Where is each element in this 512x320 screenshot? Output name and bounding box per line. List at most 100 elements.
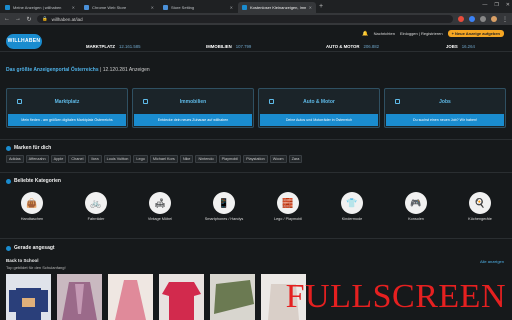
tab-title: Chrome Web Store bbox=[92, 5, 127, 10]
hero-title: Das größte Anzeigenportal Österreichs | … bbox=[6, 67, 150, 73]
tile-marktplatz[interactable]: Marktplatz Mein fieden - am größten digi… bbox=[6, 88, 128, 128]
tile-cta[interactable]: Mein fieden - am größten digitalen Markt… bbox=[8, 114, 126, 126]
category-icon: 🎮 bbox=[405, 192, 427, 214]
shirt-image bbox=[162, 282, 201, 320]
brand-chip[interactable]: Apple bbox=[50, 155, 67, 163]
category-label: Fahrräder bbox=[87, 217, 105, 221]
brand-chip[interactable]: Affenzahn bbox=[25, 155, 49, 163]
category-item[interactable]: 👜 Handtaschen bbox=[0, 192, 64, 222]
willhaben-logo[interactable]: WILLHABEN bbox=[6, 34, 42, 49]
all-link[interactable]: Alle anzeigen bbox=[480, 259, 504, 264]
browser-tab[interactable]: Meine Anzeigen | willhaben ✕ bbox=[1, 2, 79, 13]
header-actions: 🔔 Nachrichten Einloggen | Registrieren +… bbox=[362, 30, 504, 37]
nav-auto-motor[interactable]: AUTO & MOTOR 206.882 bbox=[326, 44, 446, 49]
extension-icon[interactable] bbox=[458, 16, 464, 22]
ad-thumbnails bbox=[6, 274, 306, 320]
brand-chip[interactable]: Lego bbox=[133, 155, 148, 163]
close-tab-icon[interactable]: ✕ bbox=[151, 5, 154, 10]
brand-chip[interactable]: Michael Kors bbox=[149, 155, 178, 163]
heart-icon bbox=[6, 145, 11, 151]
category-icon: 🛋 bbox=[149, 192, 171, 214]
brands-title: Marken für dich bbox=[6, 145, 51, 151]
close-tab-icon[interactable]: ✕ bbox=[230, 5, 233, 10]
popular-title: Beliebte Kategorien bbox=[6, 178, 61, 184]
brand-chip[interactable]: Ikea bbox=[88, 155, 102, 163]
ad-thumbnail[interactable] bbox=[159, 274, 204, 320]
divider bbox=[0, 172, 512, 173]
forward-icon[interactable]: → bbox=[15, 16, 21, 22]
extension-icon[interactable] bbox=[469, 16, 475, 22]
tab-title: Store Setting bbox=[171, 5, 195, 10]
brand-chip[interactable]: Zara bbox=[288, 155, 303, 163]
bell-icon[interactable]: 🔔 bbox=[362, 31, 368, 37]
category-item[interactable]: 📱 Smartphones / Handys bbox=[192, 192, 256, 222]
browser-tab[interactable]: Kostenloser Kleinanzeigen, Imm ✕ bbox=[238, 2, 316, 13]
category-icon: 📱 bbox=[213, 192, 235, 214]
brand-chip[interactable]: Playstation bbox=[243, 155, 268, 163]
favicon-icon bbox=[163, 5, 168, 10]
brand-chip[interactable]: Nike bbox=[179, 155, 194, 163]
brand-chip[interactable]: Chanel bbox=[68, 155, 87, 163]
close-tab-icon[interactable]: ✕ bbox=[309, 5, 312, 10]
tile-cta[interactable]: Entdecke dein neues Zuhause auf willhabe… bbox=[134, 114, 252, 126]
tile-jobs[interactable]: Jobs Du suchst einen neuen Job? Wir habe… bbox=[384, 88, 506, 128]
fullscreen-overlay: FULLSCREEN bbox=[285, 278, 506, 315]
close-icon[interactable]: ✕ bbox=[506, 2, 510, 8]
brand-chip[interactable]: Louis Vuitton bbox=[103, 155, 132, 163]
close-tab-icon[interactable]: ✕ bbox=[72, 5, 75, 10]
messages-link[interactable]: Nachrichten bbox=[374, 31, 395, 36]
reload-icon[interactable]: ↻ bbox=[26, 16, 32, 23]
favicon-icon bbox=[84, 5, 89, 10]
post-ad-button[interactable]: + Neue Anzeige aufgeben bbox=[447, 30, 504, 37]
window-controls: — ❐ ✕ bbox=[482, 2, 510, 8]
vertical-tiles: Marktplatz Mein fieden - am größten digi… bbox=[6, 88, 506, 128]
brand-chip[interactable]: Adidas bbox=[6, 155, 24, 163]
nav-immobilien[interactable]: IMMOBILIEN 107.799 bbox=[206, 44, 326, 49]
category-item[interactable]: 🚲 Fahrräder bbox=[64, 192, 128, 222]
category-label: Küchengeräte bbox=[468, 217, 492, 221]
ad-thumbnail[interactable] bbox=[210, 274, 255, 320]
brand-chip[interactable]: Playmobil bbox=[218, 155, 242, 163]
category-item[interactable]: 👕 Kindermode bbox=[320, 192, 384, 222]
brand-chip[interactable]: Nintendo bbox=[195, 155, 217, 163]
category-item[interactable]: 🎮 Konsolen bbox=[384, 192, 448, 222]
ad-thumbnail[interactable] bbox=[57, 274, 102, 320]
category-label: Kindermode bbox=[341, 217, 363, 221]
tile-auto-motor[interactable]: Auto & Motor Deine Autos und Motorräder … bbox=[258, 88, 380, 128]
tile-cta[interactable]: Du suchst einen neuen Job? Wir haben! bbox=[386, 114, 504, 126]
nav-marktplatz[interactable]: MARKTPLATZ 12.161.585 bbox=[86, 44, 206, 49]
tile-immobilien[interactable]: Immobilien Entdecke dein neues Zuhause a… bbox=[132, 88, 254, 128]
browser-tab[interactable]: Chrome Web Store ✕ bbox=[80, 2, 158, 13]
recent-title: Gerade angesagt bbox=[6, 245, 55, 251]
category-icon: 👜 bbox=[21, 192, 43, 214]
maximize-icon[interactable]: ❐ bbox=[494, 2, 498, 8]
jacket-image bbox=[62, 282, 97, 320]
avatar[interactable] bbox=[491, 16, 497, 22]
category-item[interactable]: 🍳 Küchengeräte bbox=[448, 192, 512, 222]
menu-icon[interactable]: ⋮ bbox=[502, 16, 508, 23]
ad-thumbnail[interactable] bbox=[6, 274, 51, 320]
tab-title: Kostenloser Kleinanzeigen, Imm bbox=[250, 5, 306, 10]
tab-title: Meine Anzeigen | willhaben bbox=[13, 5, 62, 10]
puzzle-icon[interactable] bbox=[480, 16, 486, 22]
url-text: willhaben.at/iad bbox=[51, 16, 83, 22]
browser-tab[interactable]: Store Setting ✕ bbox=[159, 2, 237, 13]
nav-jobs[interactable]: JOBS 16.264 bbox=[446, 44, 506, 49]
address-bar: ← → ↻ 🔒 willhaben.at/iad ⋮ bbox=[0, 13, 512, 25]
category-label: Lego / Playmobil bbox=[273, 217, 303, 221]
minimize-icon[interactable]: — bbox=[482, 2, 487, 8]
category-label: Handtaschen bbox=[20, 217, 44, 221]
site-header: WILLHABEN 🔔 Nachrichten Einloggen | Regi… bbox=[0, 25, 512, 52]
tile-cta[interactable]: Deine Autos und Motorräder in Österreich bbox=[260, 114, 378, 126]
category-icon: 🧱 bbox=[277, 192, 299, 214]
browser-tab-bar: Meine Anzeigen | willhaben ✕ Chrome Web St… bbox=[0, 0, 512, 13]
ad-thumbnail[interactable] bbox=[108, 274, 153, 320]
back-icon[interactable]: ← bbox=[4, 16, 10, 22]
category-item[interactable]: 🧱 Lego / Playmobil bbox=[256, 192, 320, 222]
url-input[interactable]: 🔒 willhaben.at/iad bbox=[37, 15, 453, 23]
brand-chip[interactable]: Woom bbox=[269, 155, 287, 163]
new-tab-button[interactable]: + bbox=[319, 2, 323, 13]
login-link[interactable]: Einloggen | Registrieren bbox=[400, 31, 443, 36]
category-item[interactable]: 🛋 Vintage Möbel bbox=[128, 192, 192, 222]
recent-caption: Top gebildet für den Schulanfang! bbox=[6, 265, 66, 270]
